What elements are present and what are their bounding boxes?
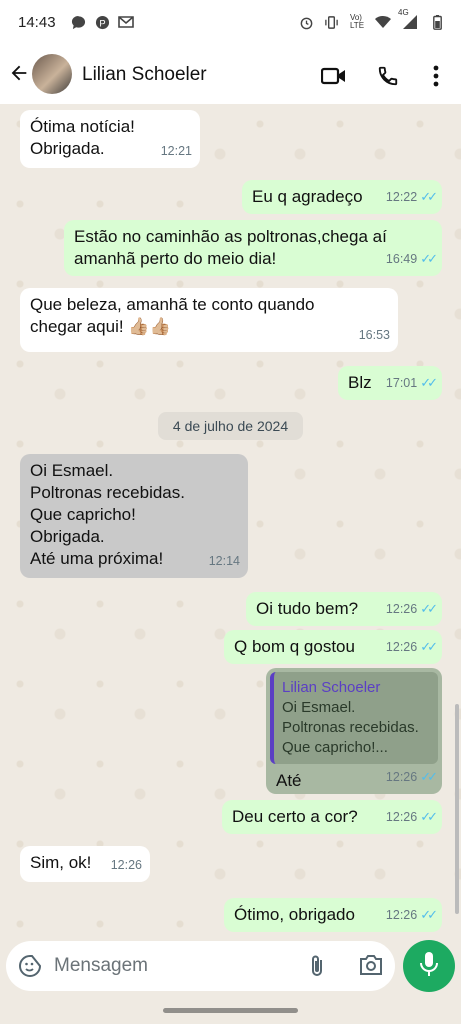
message-input[interactable]: Mensagem: [54, 955, 148, 977]
alarm-icon: [298, 14, 314, 30]
home-gesture-handle[interactable]: [163, 1008, 298, 1013]
chat-bubble-icon: [70, 14, 86, 30]
microphone-icon: [419, 951, 439, 982]
message-time: 12:21: [160, 144, 192, 158]
pinterest-icon: P: [94, 14, 110, 30]
read-ticks-icon: ✓✓: [420, 809, 438, 824]
read-ticks-icon: ✓✓: [420, 639, 438, 654]
message-outgoing[interactable]: Eu q agradeço 12:22 ✓✓: [242, 180, 442, 214]
read-ticks-icon: ✓✓: [420, 769, 438, 784]
battery-icon: [429, 14, 445, 30]
message-time: 12:26: [385, 602, 418, 616]
read-ticks-icon: ✓✓: [420, 907, 438, 922]
read-ticks-icon: ✓✓: [420, 601, 438, 616]
message-time: 12:22: [385, 190, 418, 204]
video-call-icon[interactable]: [320, 62, 348, 90]
chat-header: Lilian Schoeler: [0, 48, 461, 104]
volte-icon: Vo) LTE: [349, 13, 365, 30]
system-icons: Vo) LTE 4G: [298, 8, 445, 30]
date-divider: 4 de julho de 2024: [158, 412, 303, 440]
status-time: 14:43: [18, 14, 56, 31]
message-time: 12:26: [110, 858, 142, 872]
notification-icons: P: [70, 14, 134, 30]
message-outgoing[interactable]: Ótimo, obrigado 12:26 ✓✓: [224, 898, 442, 932]
message-incoming[interactable]: Sim, ok! 12:26: [20, 846, 150, 882]
message-time: 12:26: [385, 810, 418, 824]
message-text: Oi Esmael. Poltronas recebidas. Que capr…: [30, 461, 185, 568]
message-time: 12:26: [385, 908, 418, 922]
message-incoming-selected[interactable]: Oi Esmael. Poltronas recebidas. Que capr…: [20, 454, 248, 578]
chat-messages-area[interactable]: Ótima notícia! Obrigada. 12:21 Eu q agra…: [0, 104, 461, 938]
more-options-icon[interactable]: [422, 62, 450, 90]
microphone-button[interactable]: [403, 940, 455, 992]
system-nav-bar: [0, 998, 461, 1024]
message-composer[interactable]: Mensagem: [6, 941, 395, 991]
message-outgoing[interactable]: Blz 17:01 ✓✓: [338, 366, 442, 400]
camera-icon[interactable]: [358, 954, 384, 978]
contact-name[interactable]: Lilian Schoeler: [82, 64, 207, 86]
message-outgoing[interactable]: Q bom q gostou 12:26 ✓✓: [224, 630, 442, 664]
phone-icon[interactable]: [374, 62, 402, 90]
message-time: 16:53: [358, 328, 390, 342]
message-time: 17:01: [385, 376, 418, 390]
read-ticks-icon: ✓✓: [420, 375, 438, 390]
message-time: 16:49: [385, 252, 418, 266]
chat-scrollbar[interactable]: [455, 704, 459, 914]
sticker-emoji-icon[interactable]: [18, 954, 42, 978]
read-ticks-icon: ✓✓: [420, 251, 438, 266]
svg-text:P: P: [99, 18, 105, 28]
message-time: 12:14: [208, 554, 240, 568]
network-label: 4G: [398, 8, 409, 17]
quoted-text: Oi Esmael. Poltronas recebidas. Que capr…: [282, 699, 419, 756]
message-outgoing[interactable]: Estão no caminhão as poltronas,chega aí …: [64, 220, 442, 276]
paperclip-icon[interactable]: [306, 954, 330, 978]
wifi-icon: [375, 14, 391, 30]
message-incoming[interactable]: Ótima notícia! Obrigada. 12:21: [20, 110, 200, 168]
avatar[interactable]: [32, 54, 72, 94]
message-outgoing[interactable]: Deu certo a cor? 12:26 ✓✓: [222, 800, 442, 834]
message-outgoing[interactable]: Oi tudo bem? 12:26 ✓✓: [246, 592, 442, 626]
vibrate-icon: [323, 14, 339, 30]
gmail-icon: [118, 14, 134, 30]
signal-icon: 4G: [398, 8, 420, 30]
message-text: Que beleza, amanhã te conto quando chega…: [30, 295, 315, 336]
back-arrow-icon[interactable]: [8, 62, 32, 86]
quoted-sender: Lilian Schoeler: [282, 679, 381, 696]
read-ticks-icon: ✓✓: [420, 189, 438, 204]
message-incoming[interactable]: Que beleza, amanhã te conto quando chega…: [20, 288, 398, 352]
message-text: Estão no caminhão as poltronas,chega aí …: [74, 227, 387, 268]
message-outgoing-reply[interactable]: Lilian Schoeler Oi Esmael. Poltronas rec…: [266, 668, 442, 794]
status-bar: 14:43 P Vo) LTE 4G: [0, 0, 461, 48]
message-time: 12:26: [385, 770, 418, 784]
message-time: 12:26: [385, 640, 418, 654]
quoted-message[interactable]: Lilian Schoeler Oi Esmael. Poltronas rec…: [270, 672, 438, 764]
